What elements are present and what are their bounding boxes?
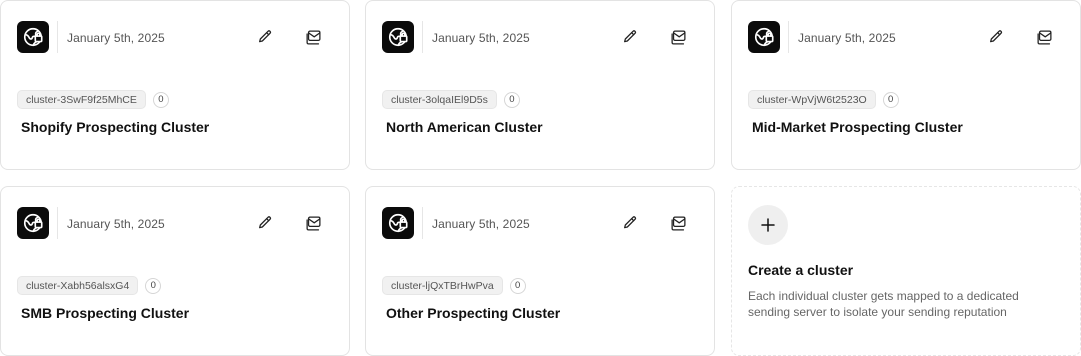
created-date: January 5th, 2025 — [67, 31, 165, 45]
created-date: January 5th, 2025 — [432, 31, 530, 45]
cluster-id-row: cluster-ljQxTBrHwPva 0 — [382, 276, 526, 295]
cluster-id-row: cluster-Xabh56alsxG4 0 — [17, 276, 162, 295]
create-cluster-card[interactable]: Create a cluster Each individual cluster… — [731, 186, 1081, 356]
mail-stack-icon[interactable] — [1034, 27, 1054, 47]
mail-stack-icon[interactable] — [668, 213, 688, 233]
count-badge: 0 — [152, 91, 169, 108]
globe-icon — [382, 21, 414, 53]
cluster-name: North American Cluster — [386, 119, 543, 135]
globe-icon — [748, 21, 780, 53]
created-date: January 5th, 2025 — [432, 217, 530, 231]
cluster-id-chip[interactable]: cluster-Xabh56alsxG4 — [17, 276, 139, 295]
mail-stack-icon[interactable] — [668, 27, 688, 47]
header-divider — [422, 21, 423, 53]
cluster-id-chip[interactable]: cluster-3SwF9f25MhCE — [17, 90, 146, 109]
cluster-id-row: cluster-WpVjW6t2523O 0 — [748, 90, 899, 109]
cluster-name: Mid-Market Prospecting Cluster — [752, 119, 963, 135]
pencil-icon[interactable] — [986, 27, 1006, 47]
cluster-id-row: cluster-3olqaIEl9D5s 0 — [382, 90, 520, 109]
mail-stack-icon[interactable] — [303, 27, 323, 47]
cluster-id-chip[interactable]: cluster-3olqaIEl9D5s — [382, 90, 497, 109]
create-cluster-title: Create a cluster — [748, 262, 854, 278]
cluster-card[interactable]: January 5th, 2025 cluster-WpVjW6t2523O 0… — [731, 0, 1081, 170]
cluster-name: Shopify Prospecting Cluster — [21, 119, 210, 135]
cluster-card[interactable]: January 5th, 2025 cluster-ljQxTBrHwPva 0… — [365, 186, 715, 356]
cluster-name: SMB Prospecting Cluster — [21, 305, 190, 321]
pencil-icon[interactable] — [620, 27, 640, 47]
cluster-card[interactable]: January 5th, 2025 cluster-3olqaIEl9D5s 0… — [365, 0, 715, 170]
header-divider — [422, 207, 423, 239]
create-cluster-description: Each individual cluster gets mapped to a… — [748, 289, 1019, 319]
count-badge: 0 — [503, 91, 520, 108]
count-badge: 0 — [509, 277, 526, 294]
cluster-id-chip[interactable]: cluster-WpVjW6t2523O — [748, 90, 876, 109]
pencil-icon[interactable] — [255, 27, 275, 47]
cluster-card[interactable]: January 5th, 2025 cluster-Xabh56alsxG4 0… — [0, 186, 350, 356]
globe-icon — [17, 207, 49, 239]
cluster-card[interactable]: January 5th, 2025 cluster-3SwF9f25MhCE 0… — [0, 0, 350, 170]
globe-icon — [17, 21, 49, 53]
created-date: January 5th, 2025 — [67, 217, 165, 231]
pencil-icon[interactable] — [255, 213, 275, 233]
header-divider — [788, 21, 789, 53]
cluster-name: Other Prospecting Cluster — [386, 305, 561, 321]
globe-icon — [382, 207, 414, 239]
pencil-icon[interactable] — [620, 213, 640, 233]
created-date: January 5th, 2025 — [798, 31, 896, 45]
cluster-grid: January 5th, 2025 cluster-3SwF9f25MhCE 0… — [0, 0, 1081, 356]
cluster-id-chip[interactable]: cluster-ljQxTBrHwPva — [382, 276, 503, 295]
plus-icon[interactable] — [748, 205, 788, 245]
cluster-id-row: cluster-3SwF9f25MhCE 0 — [17, 90, 169, 109]
header-divider — [57, 207, 58, 239]
mail-stack-icon[interactable] — [303, 213, 323, 233]
count-badge: 0 — [145, 277, 162, 294]
header-divider — [57, 21, 58, 53]
count-badge: 0 — [882, 91, 899, 108]
